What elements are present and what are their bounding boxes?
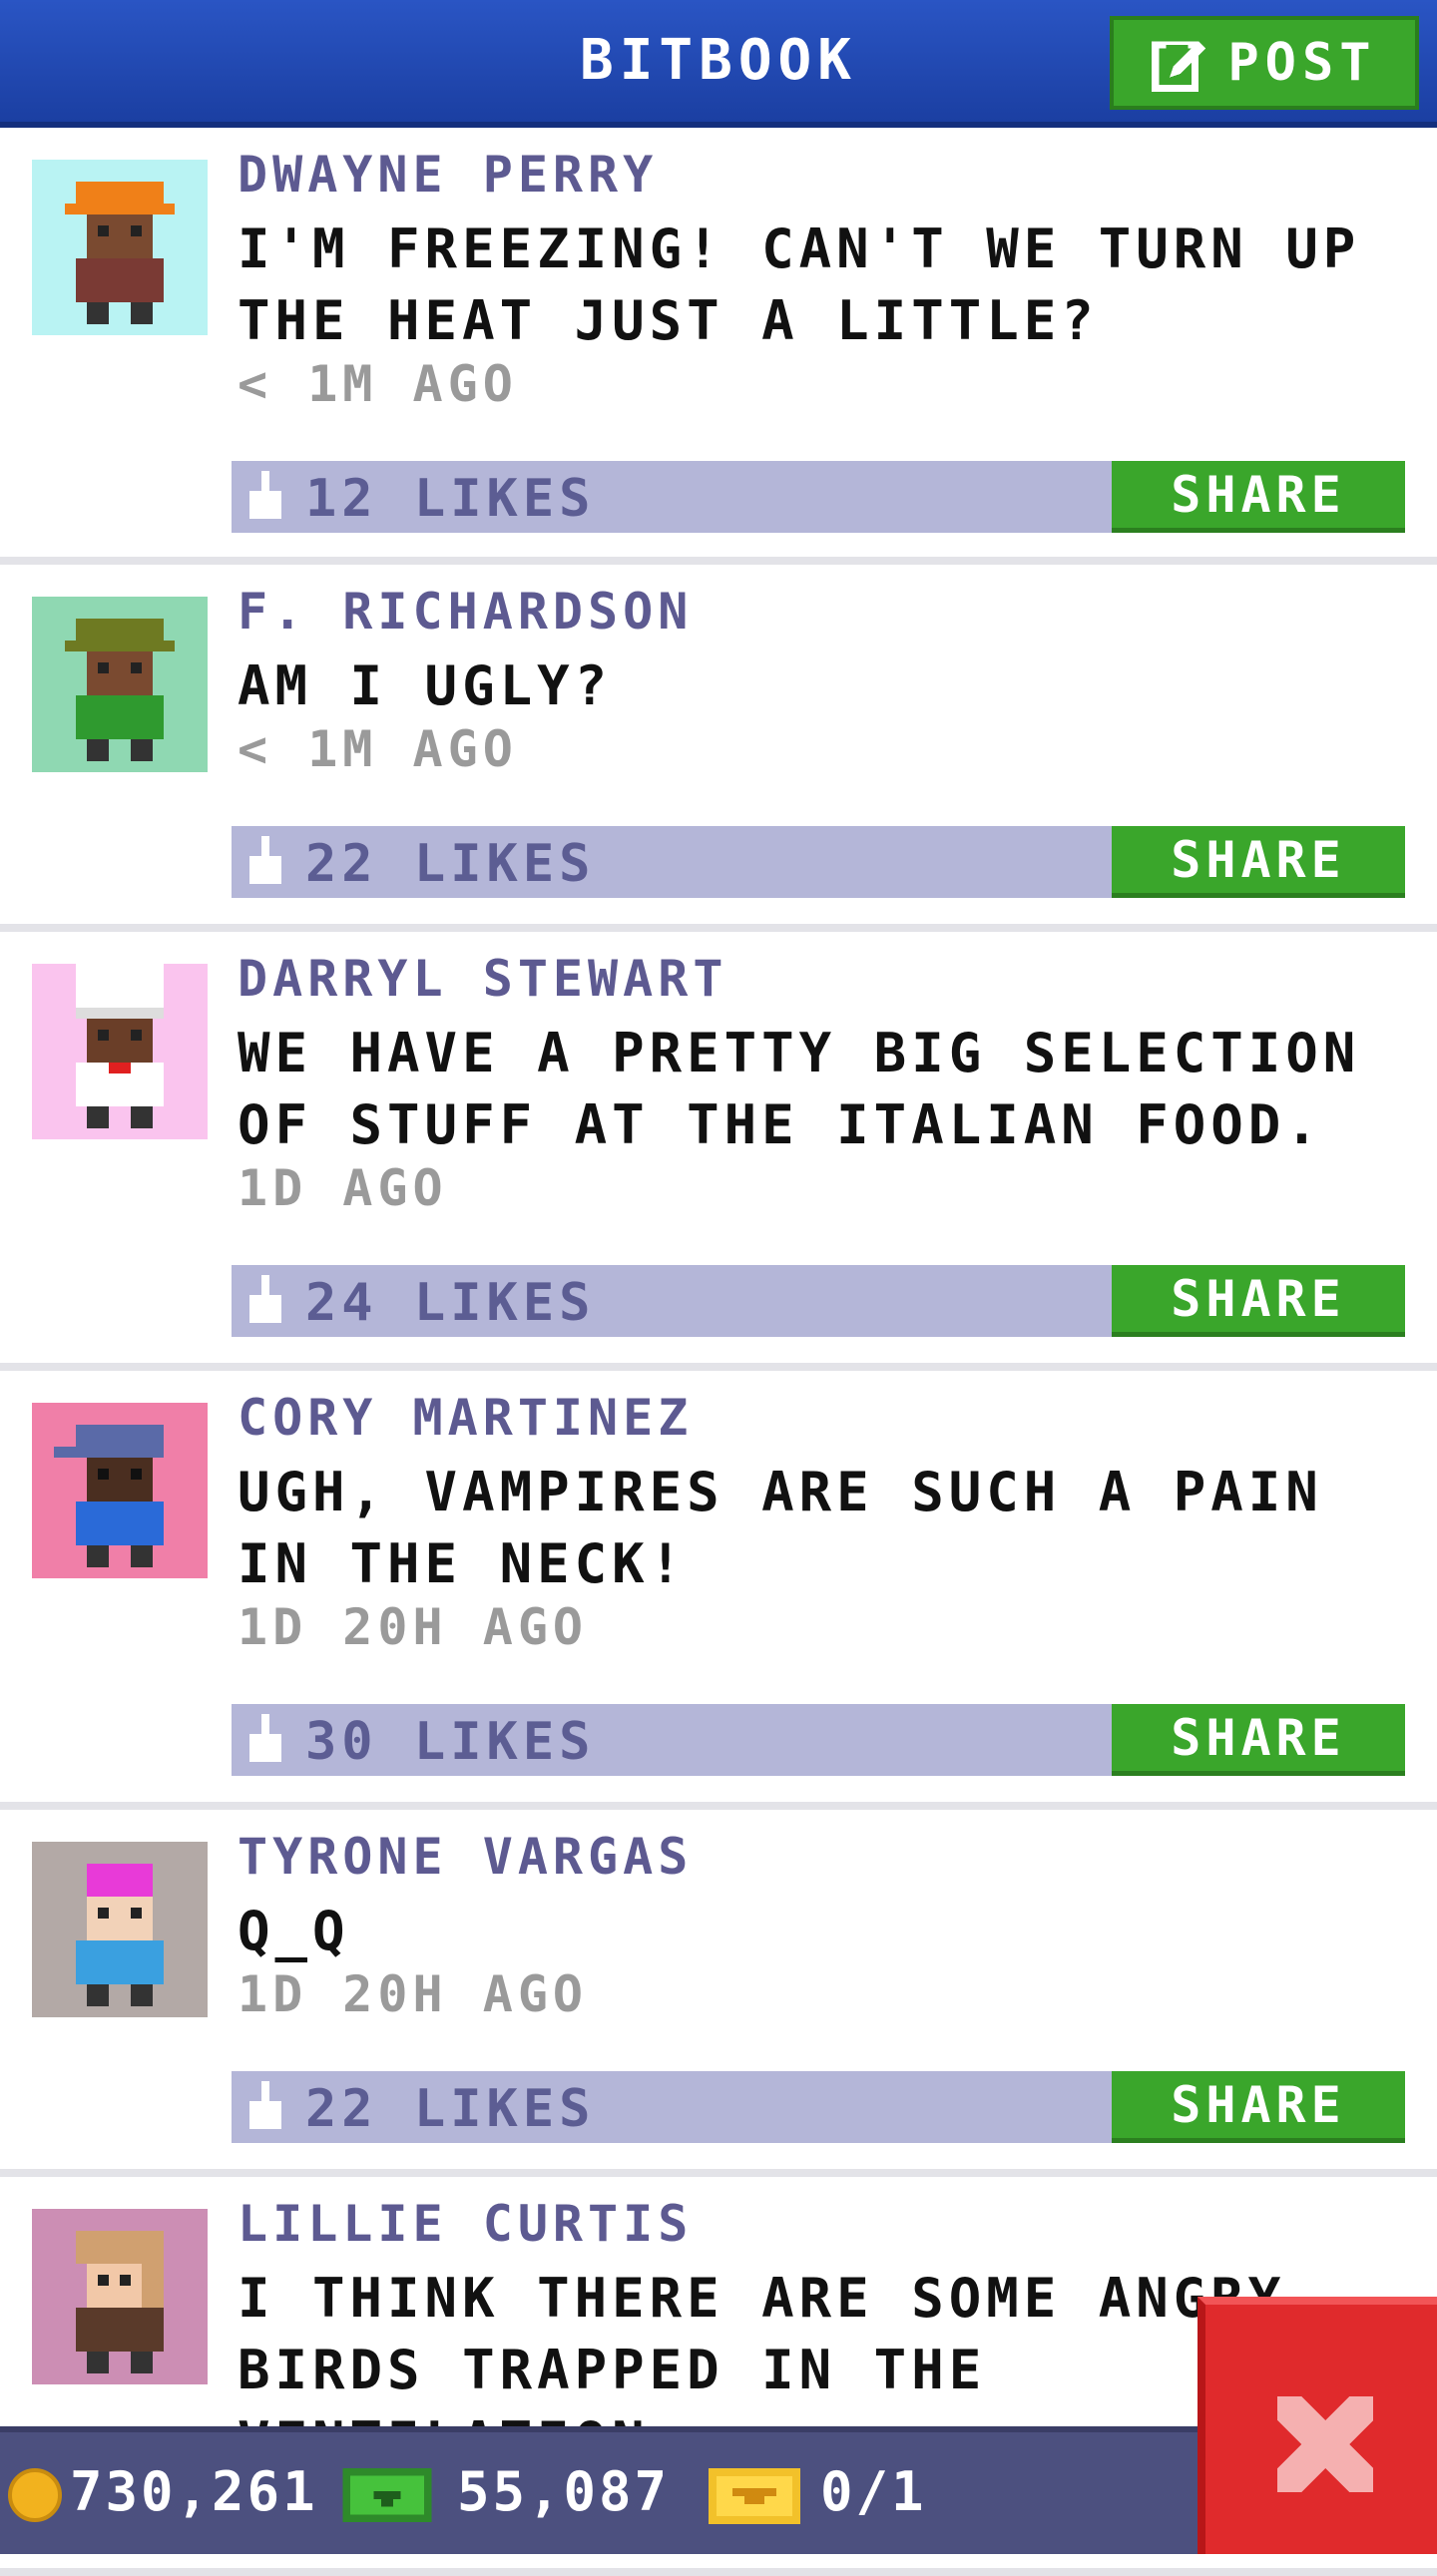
share-button[interactable]: SHARE: [1112, 461, 1405, 533]
post-item: F. RICHARDSON AM I UGLY? < 1M AGO 22 LIK…: [0, 565, 1437, 932]
like-bar: 22 LIKES SHARE: [232, 2071, 1405, 2143]
post-time: 1D 20H AGO: [238, 1965, 589, 2023]
avatar[interactable]: [32, 2209, 208, 2384]
post-item: DARRYL STEWART WE HAVE A PRETTY BIG SELE…: [0, 932, 1437, 1371]
post-message: WE HAVE A PRETTY BIG SELECTION OF STUFF …: [238, 1022, 1361, 1156]
avatar[interactable]: [32, 160, 208, 335]
likes-count: 24 LIKES: [305, 1273, 596, 1333]
share-button[interactable]: SHARE: [1112, 2071, 1405, 2143]
post-item: CORY MARTINEZ UGH, VAMPIRES ARE SUCH A P…: [0, 1371, 1437, 1810]
avatar[interactable]: [32, 1842, 208, 2017]
likes-count: 30 LIKES: [305, 1712, 596, 1772]
edit-icon: [1152, 41, 1206, 92]
post-message: I'M FREEZING! CAN'T WE TURN UP THE HEAT …: [238, 217, 1361, 352]
thumbs-up-icon[interactable]: [245, 471, 285, 527]
like-bar: 24 LIKES SHARE: [232, 1265, 1405, 1337]
post-button-label: POST: [1227, 33, 1377, 93]
post-message: AM I UGLY?: [238, 654, 613, 717]
thumbs-up-icon[interactable]: [245, 1275, 285, 1331]
likes-count: 12 LIKES: [305, 469, 596, 529]
like-bar: 22 LIKES SHARE: [232, 826, 1405, 898]
post-message: Q_Q: [238, 1900, 350, 1962]
avatar[interactable]: [32, 597, 208, 772]
post-author[interactable]: TYRONE VARGAS: [238, 1828, 693, 1886]
likes-count: 22 LIKES: [305, 2079, 596, 2139]
thumbs-up-icon[interactable]: [245, 836, 285, 892]
post-item: DWAYNE PERRY I'M FREEZING! CAN'T WE TURN…: [0, 128, 1437, 565]
post-time: < 1M AGO: [238, 355, 518, 413]
share-button[interactable]: SHARE: [1112, 826, 1405, 898]
share-button[interactable]: SHARE: [1112, 1265, 1405, 1337]
post-time: < 1M AGO: [238, 720, 518, 778]
app-header: BITBOOK POST: [0, 0, 1437, 128]
avatar[interactable]: [32, 964, 208, 1139]
close-icon: [1277, 2396, 1373, 2492]
post-author[interactable]: DWAYNE PERRY: [238, 146, 658, 204]
post-author[interactable]: LILLIE CURTIS: [238, 2195, 693, 2253]
post-author[interactable]: F. RICHARDSON: [238, 583, 693, 641]
post-time: 1D AGO: [238, 1159, 448, 1217]
post-time: 1D 20H AGO: [238, 1598, 589, 1656]
likes-count: 22 LIKES: [305, 834, 596, 894]
thumbs-up-icon[interactable]: [245, 1714, 285, 1770]
ticket-icon: [709, 2468, 800, 2524]
like-bar: 12 LIKES SHARE: [232, 461, 1405, 533]
coins-count: 730,261: [70, 2460, 318, 2523]
coin-icon: [8, 2468, 62, 2522]
bux-count: 55,087: [457, 2460, 671, 2523]
post-author[interactable]: DARRYL STEWART: [238, 950, 727, 1008]
post-item: TYRONE VARGAS Q_Q 1D 20H AGO 22 LIKES SH…: [0, 1810, 1437, 2177]
bux-icon: [342, 2467, 432, 2523]
close-button[interactable]: [1198, 2297, 1437, 2554]
avatar[interactable]: [32, 1403, 208, 1578]
post-message: UGH, VAMPIRES ARE SUCH A PAIN IN THE NEC…: [238, 1461, 1323, 1595]
share-button[interactable]: SHARE: [1112, 1704, 1405, 1776]
tickets-count: 0/1: [820, 2460, 927, 2523]
thumbs-up-icon[interactable]: [245, 2081, 285, 2137]
post-button[interactable]: POST: [1110, 16, 1419, 110]
post-author[interactable]: CORY MARTINEZ: [238, 1389, 693, 1447]
like-bar: 30 LIKES SHARE: [232, 1704, 1405, 1776]
